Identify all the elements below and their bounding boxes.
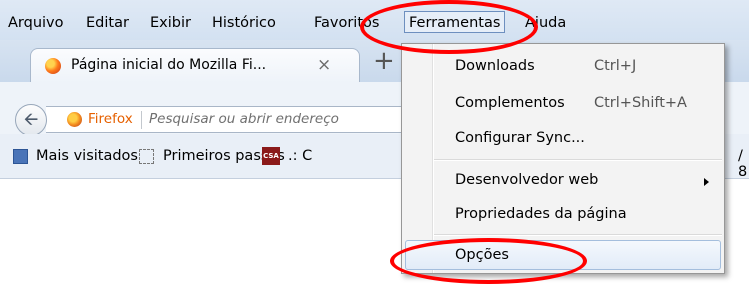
identity-label[interactable]: Firefox bbox=[88, 111, 133, 127]
menu-item-configurar-sync[interactable]: Configurar Sync... bbox=[455, 130, 585, 146]
highlight-circle-ferramentas bbox=[360, 0, 538, 54]
menu-historico[interactable]: Histórico bbox=[212, 13, 276, 33]
url-separator bbox=[141, 111, 142, 129]
back-arrow-icon: 🡨 bbox=[23, 109, 39, 130]
downloads-shortcut: Ctrl+J bbox=[594, 58, 637, 74]
menu-item-complementos[interactable]: Complementos bbox=[455, 95, 565, 111]
menu-arquivo[interactable]: Arquivo bbox=[8, 13, 64, 33]
url-bar[interactable]: Firefox Pesquisar ou abrir endereço bbox=[46, 106, 406, 133]
tab-title: Página inicial do Mozilla Fi... bbox=[71, 57, 267, 73]
firefox-identity-icon[interactable] bbox=[67, 112, 82, 127]
submenu-arrow-icon bbox=[704, 178, 709, 186]
firefox-favicon-icon bbox=[45, 58, 61, 74]
bookmark-trailing-text: / 8 bbox=[738, 148, 748, 180]
menu-separator bbox=[434, 159, 722, 161]
back-button[interactable]: 🡨 bbox=[15, 104, 47, 136]
bookmark-partial[interactable]: .: C bbox=[288, 148, 312, 164]
new-tab-button[interactable]: + bbox=[373, 48, 395, 74]
menu-exibir[interactable]: Exibir bbox=[150, 13, 191, 33]
highlight-circle-opcoes bbox=[390, 238, 587, 284]
most-visited-icon bbox=[13, 149, 28, 164]
tab-mozilla-home[interactable]: Página inicial do Mozilla Fi... × bbox=[30, 48, 360, 83]
menu-item-propriedades[interactable]: Propriedades da página bbox=[455, 206, 627, 222]
close-icon[interactable]: × bbox=[317, 55, 331, 75]
bookmark-page-icon bbox=[139, 149, 154, 164]
menu-editar[interactable]: Editar bbox=[86, 13, 129, 33]
complementos-shortcut: Ctrl+Shift+A bbox=[594, 95, 687, 111]
bookmark-mais-visitados[interactable]: Mais visitados bbox=[36, 148, 138, 164]
url-input[interactable]: Pesquisar ou abrir endereço bbox=[149, 111, 339, 127]
csa-favicon-icon: CSA bbox=[262, 147, 280, 165]
menu-item-downloads[interactable]: Downloads bbox=[455, 58, 535, 74]
menu-item-desenvolvedor-web[interactable]: Desenvolvedor web bbox=[455, 172, 598, 188]
menu-separator bbox=[434, 234, 722, 236]
